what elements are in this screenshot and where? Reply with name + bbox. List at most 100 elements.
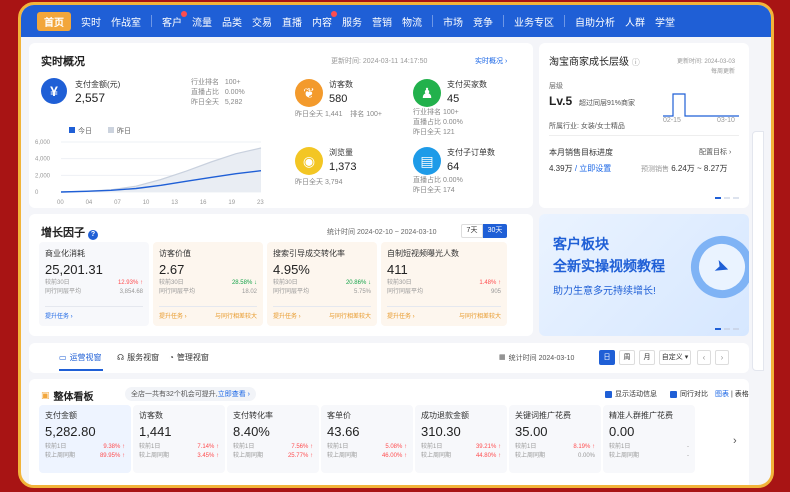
metric-row-label: 较上周同期 [609,453,640,459]
orders-stats: 直播占比 0.00% 昨日全天 174 [413,176,463,196]
banner-dots[interactable] [715,328,739,330]
opportunity-link[interactable]: 立即查看 › [218,391,250,398]
change-value: 20.86% [345,280,367,286]
row-value: 12.93% ↑ [117,280,143,286]
buyers-yest-label: 昨日全天 [413,129,441,136]
nav-realtime[interactable]: 实时 [81,14,101,29]
nav-competition[interactable]: 竞争 [473,14,493,29]
chart-view-toggle[interactable]: 图表 [715,391,729,398]
btn-custom[interactable]: 自定义 ▾ [659,350,691,365]
nav-home[interactable]: 首页 [37,11,71,31]
carousel-dots[interactable] [715,197,739,199]
metric-tile[interactable]: 支付转化率 8.40% 较前1日 7.56% ↑ 较上周同期 25.77% ↑ [227,405,319,473]
metric-row-label: 较前1日 [327,444,349,450]
improve-task-link[interactable]: 提升任务 › [45,306,143,320]
row-value: 28.58% ↓ [231,280,257,286]
metric-row-value: 9.38% ↑ [103,444,125,450]
gauge-icon: ◔ [169,353,174,362]
improve-task-link[interactable]: 提升任务 › [387,311,415,320]
growth-item-ad-spend[interactable]: 商业化消耗 25,201.31 较前30日 12.93% ↑ 同行同层平均 3,85… [39,242,149,326]
btn-month[interactable]: 月 [639,350,655,365]
prev-button[interactable]: ‹ [697,350,711,365]
nav-traffic[interactable]: 流量 [192,14,212,29]
metric-tile[interactable]: 访客数 1,441 较前1日 7.14% ↑ 较上周同期 3.45% ↑ [133,405,225,473]
metric-row-label: 较上周同期 [233,453,264,459]
nav-category[interactable]: 品类 [222,14,242,29]
btn-30-days[interactable]: 30天 [483,224,507,238]
show-activity-label: 显示活动信息 [615,391,657,398]
btn-day[interactable]: 日 [599,350,615,365]
next-button[interactable]: › [715,350,729,365]
peer-compare-checkbox[interactable]: 同行对比 [670,389,708,399]
legend-yesterday-label: 昨日 [117,128,131,135]
metric-tile[interactable]: 客单价 43.66 较前1日 5.08% ↑ 较上周同期 46.00% ↑ [321,405,413,473]
tab-service[interactable]: ☊ 服务视窗 [117,352,159,363]
pay-rank: 100+ [224,79,241,86]
improve-task-link[interactable]: 提升任务 › [159,311,187,320]
metric-tile[interactable]: 支付金额 5,282.80 较前1日 9.38% ↑ 较上周同期 89.95% ↑ [39,405,131,473]
nav-self-analysis[interactable]: 自助分析 [575,14,615,29]
metric-change: 9.38% [103,444,121,450]
promo-banner[interactable]: 客户板块 全新实操视频教程 助力生意多元持续增长! ➤ [539,214,749,336]
nav-content[interactable]: 内容 [312,10,337,29]
metric-tile[interactable]: 成功退款金额 310.30 较前1日 39.21% ↑ 较上周同期 44.80% ↑ [415,405,507,473]
info-icon[interactable]: ⓘ [632,58,640,67]
level-title-text: 淘宝商家成长层级 [549,57,629,68]
target-value: 4.39万 [549,164,573,173]
nav-trade[interactable]: 交易 [252,14,272,29]
metric-change: 8.19% [573,444,591,450]
btn-7-days[interactable]: 7天 [461,224,483,238]
target-set-link[interactable]: / 立即设置 [575,164,611,173]
calendar-icon: ▦ [499,354,506,361]
order-list-icon: ▤ [413,147,441,175]
nav-service[interactable]: 服务 [342,14,362,29]
tab-operations[interactable]: ▭ 运营视窗 [59,352,102,363]
realtime-detail-link[interactable]: 实时概况 › [475,56,507,66]
help-icon[interactable]: ? [88,230,99,240]
metric-row-value: 3.45% ↑ [197,453,219,459]
buyers-label: 支付买家数 [447,80,487,89]
nav-live[interactable]: 直播 [282,14,302,29]
row-label: 较前30日 [273,280,298,286]
buyers-stats: 行业排名 100+ 直播占比 0.00% 昨日全天 121 [413,108,463,138]
banner-subtitle: 全新实操视频教程 [553,258,665,274]
nav-crowd[interactable]: 人群 [625,14,645,29]
growth-item-visitor-value[interactable]: 访客价值 2.67 较前30日 28.58% ↓ 同行同层平均 18.02 提升任务… [153,242,263,326]
metric-change: 3.45% [197,453,215,459]
tab-management[interactable]: ◔ 管理视窗 [169,352,209,363]
growth-item-search-cvr[interactable]: 搜索引导成交转化率 4.95% 较前30日 20.86% ↓ 同行同层平均 5.75… [267,242,377,326]
legend-yesterday: 昨日 [108,126,131,136]
level-label: 层级 [549,83,563,90]
show-activity-checkbox[interactable]: 显示活动信息 [605,389,657,399]
improve-task-link[interactable]: 提升任务 › [273,311,301,320]
row-value: 20.86% ↓ [345,280,371,286]
nav-logistics[interactable]: 物流 [402,14,422,29]
side-rail[interactable] [752,131,764,371]
x-tick-label: 16 [200,200,207,206]
nav-customer[interactable]: 客户 [162,10,187,29]
banner-title: 客户板块 [553,236,609,252]
realtime-card: 实时概况 更新时间: 2024-03-11 14:17:50 实时概况 › ¥ … [29,43,533,208]
growth-item-value: 25,201.31 [45,262,103,277]
growth-item-footer: 提升任务 › 与同行相差较大 [387,306,501,320]
metric-tile[interactable]: 精准人群推广花费 0.00 较前1日 - 较上周同期 - [603,405,695,473]
row-label: 同行同层平均 [387,289,424,295]
nav-marketing[interactable]: 营销 [372,14,392,29]
scroll-right-button[interactable]: › [733,435,737,447]
growth-item-video-exposure[interactable]: 自制短视频曝光人数 411 较前30日 1.48% ↑ 同行同层平均 905 提升任… [381,242,507,326]
nav-business-zone[interactable]: 业务专区 [514,14,554,29]
change-value: 12.93% [117,280,139,286]
btn-week[interactable]: 周 [619,350,635,365]
table-view-toggle[interactable]: 表格 [735,391,749,398]
nav-market[interactable]: 市场 [443,14,463,29]
metric-tile[interactable]: 关键词推广花费 35.00 较前1日 8.19% ↑ 较上周同期 0.00% [509,405,601,473]
change-value: 1.48% [479,280,497,286]
pay-yest: 5,282 [224,99,243,106]
metric-row: 较上周同期 46.00% ↑ [327,452,407,461]
row-label: 较前30日 [387,280,412,286]
growth-item-row: 同行同层平均 5.75% [273,288,371,297]
nav-war-room[interactable]: 作战室 [111,14,141,29]
nav-academy[interactable]: 学堂 [655,14,675,29]
target-config-link[interactable]: 配置目标 › [699,147,731,157]
metric-row: 较前1日 5.08% ↑ [327,443,407,452]
